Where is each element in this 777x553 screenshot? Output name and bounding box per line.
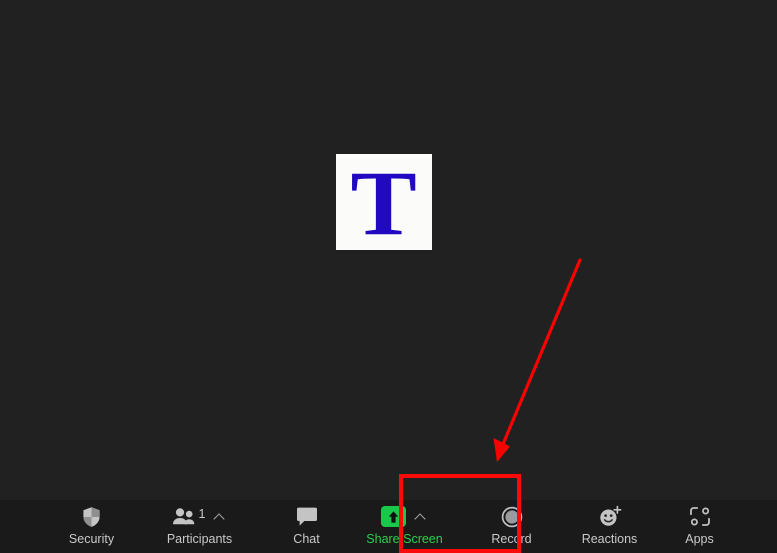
chat-bubble-icon	[296, 507, 317, 526]
toolbar-item-reactions[interactable]: Reactions	[562, 500, 658, 553]
toolbar-item-apps[interactable]: Apps	[666, 500, 734, 553]
record-icon-row	[501, 503, 523, 530]
apps-icon-row	[689, 503, 711, 530]
red-pointer-arrow	[493, 258, 582, 462]
toolbar-item-participants[interactable]: 1 Participants	[140, 500, 260, 553]
participants-count-badge: 1	[198, 507, 206, 521]
share-screen-arrow-icon	[388, 510, 399, 523]
participants-icon-row: 1	[172, 503, 228, 530]
participants-chevron-up-icon[interactable]	[214, 511, 225, 522]
toolbar-item-record[interactable]: Record	[470, 500, 554, 553]
toolbar-label-reactions: Reactions	[581, 532, 638, 546]
toolbar-label-apps: Apps	[685, 532, 714, 546]
share-screen-chevron-up-icon[interactable]	[415, 511, 426, 522]
zoom-meeting-window: T Security 1 Participants Chat Share Scr…	[0, 0, 777, 553]
chat-icon-row	[296, 503, 318, 530]
participant-avatar-letter: T	[350, 154, 418, 250]
participants-icon	[172, 508, 194, 525]
toolbar-label-security: Security	[68, 532, 115, 546]
shield-icon	[83, 506, 100, 527]
reactions-smiley-plus-icon	[599, 505, 621, 526]
toolbar-label-chat: Chat	[293, 532, 320, 546]
apps-bracket-icon	[689, 507, 710, 526]
toolbar-label-record: Record	[491, 532, 532, 546]
security-icon-row	[82, 503, 101, 530]
toolbar-item-chat[interactable]: Chat	[270, 500, 344, 553]
video-stage: T	[0, 0, 777, 500]
meeting-controls-toolbar: Security 1 Participants Chat Share Scree…	[0, 500, 777, 553]
share-screen-icon-row	[381, 503, 428, 530]
toolbar-item-security[interactable]: Security	[44, 500, 140, 553]
toolbar-item-share-screen[interactable]: Share Screen	[344, 500, 466, 553]
toolbar-label-participants: Participants	[166, 532, 233, 546]
participant-video-tile[interactable]: T	[336, 154, 432, 250]
toolbar-label-share-screen: Share Screen	[366, 532, 443, 546]
reactions-icon-row	[598, 503, 622, 530]
record-circle-icon	[501, 506, 522, 527]
share-screen-button[interactable]	[381, 506, 406, 527]
